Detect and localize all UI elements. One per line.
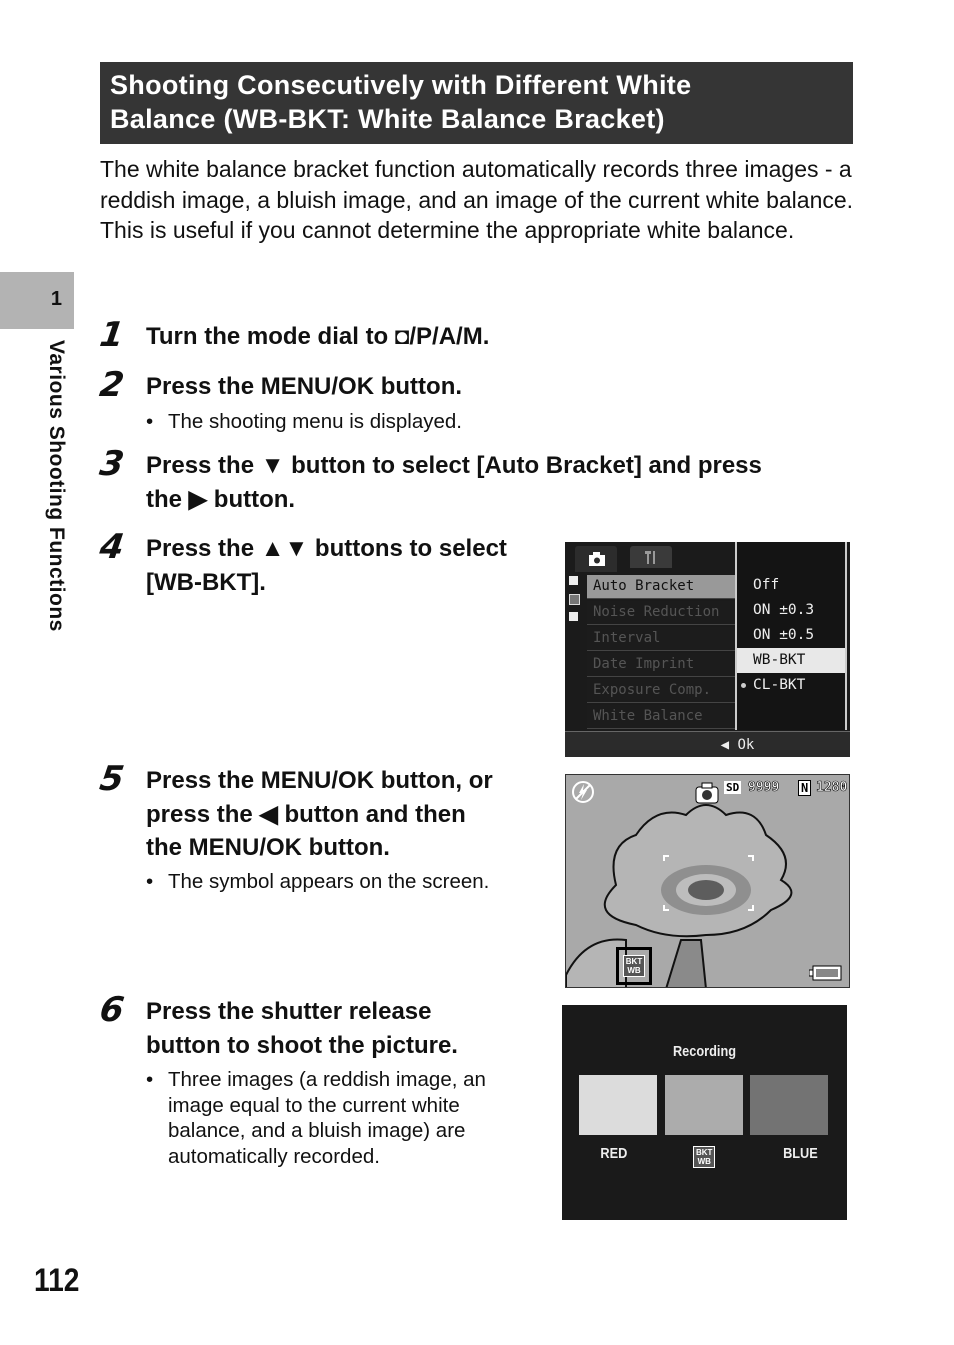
section-title-line-1: Shooting Consecutively with Different Wh… — [110, 70, 692, 100]
step-number: 5 — [97, 759, 127, 799]
step-text: Press the MENU/OK button, or press the ◀… — [146, 764, 566, 865]
step-number: 1 — [97, 315, 127, 355]
bullet: • — [146, 1068, 154, 1091]
step-number: 3 — [97, 444, 127, 484]
step-text: Press the ▲▼ buttons to select [WB-BKT]. — [146, 532, 566, 599]
step-text-line: Press the ▲▼ buttons to select — [146, 535, 507, 562]
blue-label: BLUE — [783, 1145, 818, 1162]
menu-item-noise-reduction[interactable]: Noise Reduction — [587, 601, 735, 625]
normal-thumbnail — [665, 1075, 743, 1135]
step-text: Turn the mode dial to ◘/P/A/M. — [146, 323, 490, 350]
battery-icon — [809, 965, 842, 981]
step-note: • The symbol appears on the screen. — [146, 869, 566, 895]
recording-screenshot: Recording RED BKT WB BLUE — [562, 1005, 847, 1220]
menu-items: Auto Bracket Noise Reduction Interval Da… — [587, 575, 735, 731]
red-thumbnail — [579, 1075, 657, 1135]
remaining-shots: 9999 — [748, 780, 780, 796]
note-text: The shooting menu is displayed. — [168, 410, 463, 433]
menu-footer-ok: ◀ Ok — [565, 731, 850, 757]
bullet: • — [146, 410, 154, 433]
option-label: CL-BKT — [753, 677, 806, 693]
step-note: • The shooting menu is displayed. — [146, 409, 746, 435]
option-off[interactable]: Off — [737, 573, 845, 598]
step-text-line: Press the MENU/OK button, or — [146, 767, 493, 794]
option-cl-bkt[interactable]: CL-BKT — [737, 673, 845, 698]
step-note: • Three images (a reddish image, an image… — [146, 1067, 540, 1169]
chapter-tab: 1 — [0, 272, 74, 329]
step-text-line: press the ◀ button and then — [146, 800, 466, 828]
page-indicator-active — [569, 594, 580, 605]
flash-off-icon — [572, 781, 594, 803]
option-on-0-3[interactable]: ON ±0.3 — [737, 598, 845, 623]
step-text: Press the ▼ button to select [Auto Brack… — [146, 449, 866, 516]
chapter-number: 1 — [50, 288, 62, 310]
bracket-options: Off ON ±0.3 ON ±0.5 WB-BKT CL-BKT — [735, 542, 847, 730]
intro-paragraph: The white balance bracket function autom… — [100, 156, 854, 213]
recording-title: Recording — [672, 1043, 737, 1060]
step-text-line: the ▶ button. — [146, 485, 296, 513]
quality-icon: N — [798, 780, 812, 796]
step-text-line: Press the shutter release — [146, 998, 432, 1025]
section-title-line-2: Balance (WB-BKT: White Balance Bracket) — [110, 104, 665, 134]
wb-bkt-icon: BKT WB — [622, 955, 646, 977]
sd-card-icon: SD — [724, 781, 742, 794]
step-text-line: Press the ▼ button to select [Auto Brack… — [146, 452, 762, 479]
blue-thumbnail — [750, 1075, 828, 1135]
camera-tab — [575, 546, 617, 572]
step-number: 2 — [97, 365, 127, 405]
chapter-label: Various Shooting Functions — [45, 340, 68, 632]
option-on-0-5[interactable]: ON ±0.5 — [737, 623, 845, 648]
step-text-line: the MENU/OK button. — [146, 834, 390, 861]
wb-bkt-icon: BKT WB — [693, 1146, 716, 1168]
step-number: 6 — [97, 990, 127, 1030]
menu-item-date-imprint[interactable]: Date Imprint — [587, 653, 735, 677]
camera-icon — [589, 552, 605, 566]
live-view-screenshot: SD 9999 N 1280 BKT WB — [565, 774, 850, 988]
intro-text: The white balance bracket function autom… — [100, 154, 860, 246]
menu-tabs — [565, 542, 735, 572]
camera-mode-icon — [695, 782, 719, 804]
option-wb-bkt[interactable]: WB-BKT — [737, 648, 845, 673]
bullet: • — [146, 870, 154, 893]
step-number: 4 — [97, 527, 127, 567]
page-number: 112 — [34, 1262, 80, 1298]
section-title: Shooting Consecutively with Different Wh… — [100, 62, 853, 144]
step-text-line: button to shoot the picture. — [146, 1031, 458, 1059]
page-indicator — [569, 576, 578, 585]
page-indicator — [569, 612, 578, 621]
image-size: 1280 — [816, 780, 848, 796]
bkt-wb-highlight: BKT WB — [616, 947, 652, 985]
current-dot-icon — [741, 683, 746, 688]
flower-illustration — [566, 804, 793, 987]
menu-item-white-balance[interactable]: White Balance — [587, 705, 735, 729]
note-text: The symbol appears on the screen. — [168, 870, 490, 893]
note-text: Three images (a reddish image, an image … — [168, 1068, 486, 1168]
menu-item-auto-bracket[interactable]: Auto Bracket — [587, 575, 735, 599]
red-label: RED — [600, 1145, 628, 1162]
menu-item-interval[interactable]: Interval — [587, 627, 735, 651]
step-text-line: [WB-BKT]. — [146, 568, 266, 596]
menu-item-exposure-comp[interactable]: Exposure Comp. — [587, 679, 735, 703]
shooting-menu-screenshot: Auto Bracket Noise Reduction Interval Da… — [565, 542, 850, 757]
step-text: Press the MENU/OK button. — [146, 373, 463, 400]
wrench-icon — [645, 551, 655, 564]
intro-paragraph: This is useful if you cannot determine t… — [100, 217, 795, 243]
setup-tab — [630, 546, 672, 568]
step-text: Press the shutter release button to shoo… — [146, 995, 566, 1062]
